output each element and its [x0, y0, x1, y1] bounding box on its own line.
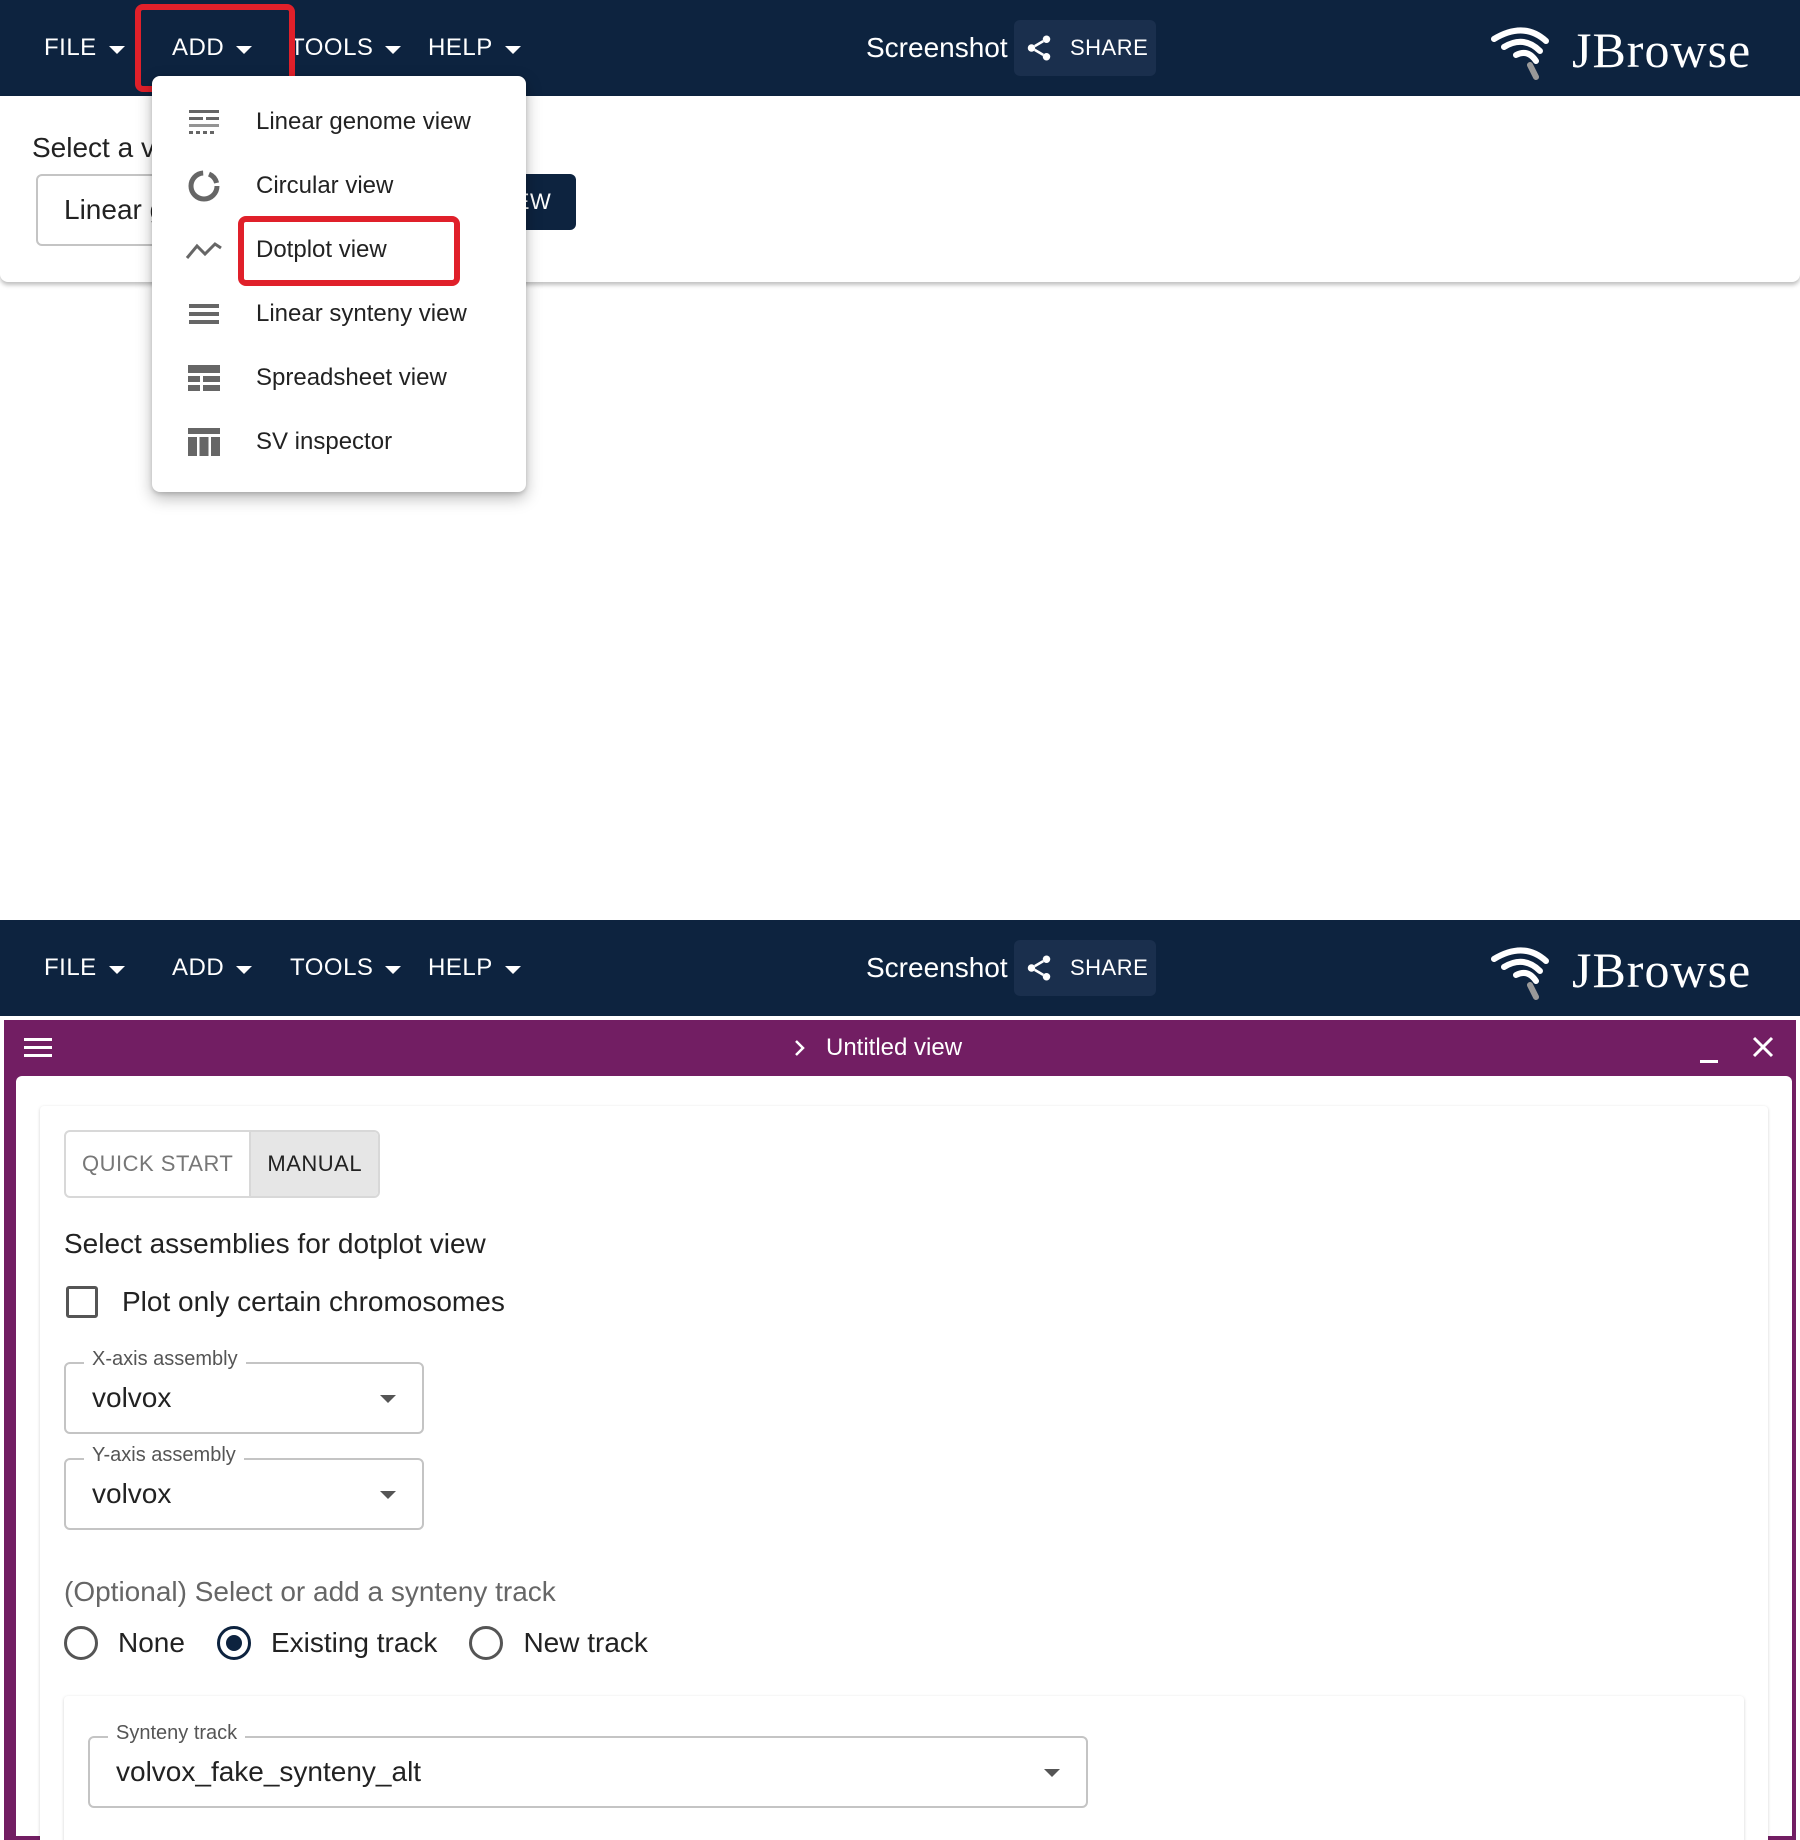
bottom-app-bar: FILE ADD TOOLS HELP Screenshot SHARE JBr…	[0, 920, 1800, 1016]
synteny-radio-group: None Existing track New track	[64, 1626, 680, 1660]
synteny-optional-label: (Optional) Select or add a synteny track	[64, 1576, 556, 1607]
menu-item-sv-inspector[interactable]: SV inspector	[152, 410, 526, 474]
dotplot-item-highlight	[238, 216, 460, 286]
caret-down-icon	[1044, 1769, 1060, 1777]
view-title: Untitled view	[826, 1034, 963, 1061]
chevron-right-icon	[795, 1040, 805, 1056]
menu-item-label: Circular view	[256, 172, 394, 199]
hamburger-menu-icon[interactable]	[24, 1036, 54, 1060]
radio-new-track-label: New track	[523, 1627, 648, 1658]
menu-file[interactable]: FILE	[44, 920, 125, 1016]
menu-file[interactable]: FILE	[44, 0, 125, 96]
menu-item-linear-synteny-view[interactable]: Linear synteny view	[152, 282, 526, 346]
menu-item-circular-view[interactable]: Circular view	[152, 154, 526, 218]
checkbox-label: Plot only certain chromosomes	[122, 1286, 505, 1317]
jbrowse-logo-icon	[1491, 947, 1549, 1000]
jbrowse-logo-icon	[1491, 27, 1549, 80]
menu-help[interactable]: HELP	[428, 920, 521, 1016]
menu-help-label: HELP	[428, 954, 493, 981]
tab-manual[interactable]: MANUAL	[249, 1132, 379, 1196]
share-label: SHARE	[1070, 955, 1149, 980]
share-icon	[1027, 35, 1051, 61]
assembly-import-form: QUICK START MANUAL Select assemblies for…	[40, 1106, 1768, 1840]
share-label: SHARE	[1070, 35, 1149, 60]
minimize-icon[interactable]	[1696, 1040, 1722, 1066]
dotplot-view-container: Untitled view QUICK START MANUAL Select …	[4, 1020, 1796, 1840]
menu-item-spreadsheet-view[interactable]: Spreadsheet view	[152, 346, 526, 410]
synteny-track-card: Synteny track volvox_fake_synteny_alt	[64, 1696, 1744, 1840]
share-button[interactable]: SHARE	[1014, 20, 1156, 76]
caret-down-icon	[385, 966, 402, 974]
share-button[interactable]: SHARE	[1014, 940, 1156, 996]
radio-new-track[interactable]	[469, 1626, 504, 1660]
view-header: Untitled view	[4, 1020, 1796, 1076]
menu-item-label: Spreadsheet view	[256, 364, 447, 391]
menu-item-label: SV inspector	[256, 428, 393, 455]
menu-help-label: HELP	[428, 34, 493, 61]
spreadsheet-icon	[152, 364, 256, 392]
menu-item-label: Linear synteny view	[256, 300, 467, 327]
x-axis-assembly-select[interactable]: X-axis assembly volvox	[64, 1348, 424, 1434]
radio-none[interactable]	[64, 1626, 98, 1660]
caret-down-icon	[236, 966, 253, 974]
caret-down-icon	[108, 46, 125, 54]
caret-down-icon	[380, 1395, 396, 1403]
session-name[interactable]: Screenshot	[866, 0, 1008, 96]
y-axis-assembly-select[interactable]: Y-axis assembly volvox	[64, 1444, 424, 1530]
caret-down-icon	[380, 1491, 396, 1499]
menu-item-label: Linear genome view	[256, 108, 471, 135]
radio-existing-track[interactable]	[216, 1626, 251, 1660]
jbrowse-logo: JBrowse	[1490, 20, 1751, 80]
synteny-track-select[interactable]: Synteny track volvox_fake_synteny_alt	[88, 1722, 1088, 1808]
view-title-wrap[interactable]: Untitled view	[790, 1020, 962, 1076]
sv-inspector-icon	[152, 427, 256, 457]
jbrowse-logo: JBrowse	[1490, 940, 1751, 1000]
close-icon[interactable]	[1750, 1034, 1776, 1060]
view-select-label: Select a v	[32, 132, 155, 163]
menu-file-label: FILE	[44, 954, 97, 981]
view-body: QUICK START MANUAL Select assemblies for…	[16, 1076, 1792, 1840]
menu-add-label: ADD	[172, 954, 225, 981]
mode-toggle-group: QUICK START MANUAL	[64, 1130, 381, 1198]
menu-tools-label: TOOLS	[290, 954, 374, 981]
synteny-track-value: volvox_fake_synteny_alt	[116, 1756, 422, 1787]
caret-down-icon	[108, 966, 125, 974]
menu-tools-label: TOOLS	[290, 34, 374, 61]
menu-tools[interactable]: TOOLS	[290, 920, 402, 1016]
logo-text: JBrowse	[1572, 942, 1752, 998]
y-axis-assembly-value: volvox	[92, 1478, 172, 1509]
radio-existing-track-label: Existing track	[270, 1627, 438, 1658]
synteny-icon	[152, 302, 256, 326]
session-name[interactable]: Screenshot	[866, 920, 1008, 1016]
caret-down-icon	[385, 46, 402, 54]
radio-none-label: None	[118, 1627, 185, 1658]
linear-genome-icon	[152, 108, 256, 136]
menu-add[interactable]: ADD	[172, 920, 253, 1016]
menu-item-linear-genome-view[interactable]: Linear genome view	[152, 90, 526, 154]
plot-chromosomes-checkbox[interactable]	[66, 1286, 98, 1318]
menu-file-label: FILE	[44, 34, 97, 61]
logo-text: JBrowse	[1572, 22, 1752, 78]
tab-quick-start[interactable]: QUICK START	[66, 1132, 249, 1196]
circular-icon	[152, 169, 256, 203]
plot-chromosomes-checkbox-row[interactable]: Plot only certain chromosomes	[64, 1286, 505, 1318]
x-axis-assembly-value: volvox	[92, 1382, 172, 1413]
caret-down-icon	[504, 966, 521, 974]
caret-down-icon	[504, 46, 521, 54]
share-icon	[1027, 955, 1051, 981]
form-heading: Select assemblies for dotplot view	[64, 1228, 486, 1259]
